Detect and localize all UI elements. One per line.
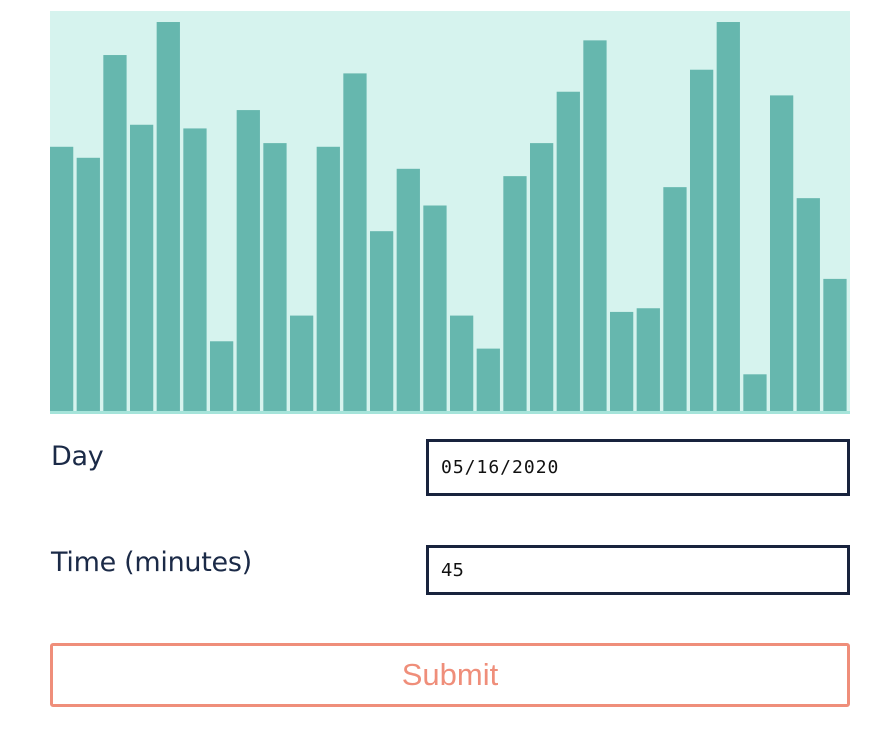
- chart-bar: [450, 315, 474, 411]
- chart-bar: [50, 146, 74, 411]
- chart-bar: [663, 187, 687, 411]
- chart-bar: [716, 22, 740, 411]
- chart-bar: [770, 95, 794, 412]
- time-minutes-label: Time (minutes): [51, 547, 252, 578]
- chart-bar: [796, 198, 820, 411]
- chart-bar: [690, 69, 714, 411]
- bar-chart: [50, 11, 850, 414]
- chart-bar: [556, 91, 580, 411]
- chart-baseline: [50, 411, 850, 414]
- chart-bar: [76, 157, 100, 411]
- chart-bar: [103, 55, 127, 411]
- chart-bar: [236, 110, 260, 411]
- chart-bar: [610, 311, 634, 411]
- day-date-input[interactable]: [426, 439, 850, 496]
- chart-bar: [396, 168, 420, 411]
- chart-bar: [823, 278, 847, 411]
- chart-bar: [583, 40, 607, 412]
- chart-bar: [130, 124, 154, 411]
- chart-bar: [316, 146, 340, 411]
- chart-bar: [743, 374, 767, 411]
- chart-bar: [210, 341, 234, 411]
- chart-bar: [636, 308, 660, 411]
- chart-bar: [263, 143, 287, 412]
- chart-bar: [370, 231, 394, 411]
- time-minutes-input[interactable]: [426, 545, 850, 595]
- day-label: Day: [51, 441, 104, 472]
- chart-bar: [503, 176, 527, 411]
- chart-bar: [343, 73, 367, 411]
- chart-bar: [156, 22, 180, 411]
- submit-button[interactable]: Submit: [50, 643, 850, 707]
- chart-bar: [423, 205, 447, 411]
- chart-bar: [530, 143, 554, 412]
- chart-bar: [290, 315, 314, 411]
- chart-bar: [183, 128, 207, 411]
- chart-bar: [476, 348, 500, 411]
